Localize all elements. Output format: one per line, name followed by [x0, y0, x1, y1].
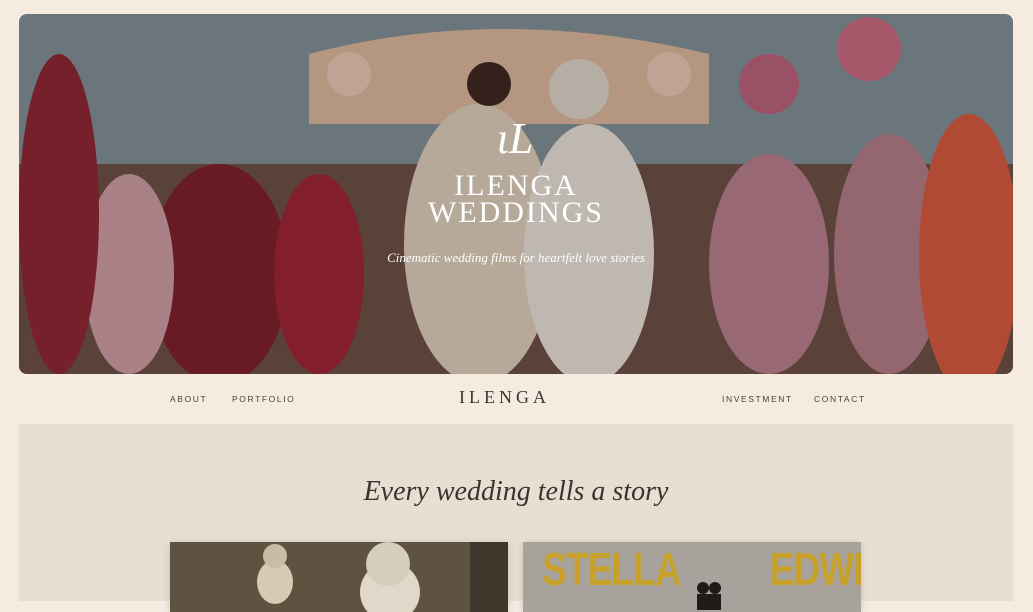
portfolio-card-stella-edwin[interactable]: STELLA EDWIN [523, 542, 861, 612]
monogram-logo: ɩL [496, 114, 534, 163]
intro-tagline: Every wedding tells a story [363, 476, 669, 507]
couple-silhouette [697, 582, 721, 610]
portfolio-card-couple[interactable] [170, 542, 508, 612]
nav-investment-link[interactable]: INVESTMENT [722, 394, 793, 404]
hero-title-line2: WEDDINGS [428, 196, 604, 229]
card-name-left: STELLA [542, 543, 681, 595]
hero-title-line1: ILENGA [454, 169, 578, 202]
hero-title: ILENGA WEDDINGS [19, 169, 1013, 229]
intro-section: Every wedding tells a story STELLA EDWIN [19, 424, 1013, 612]
main-nav: ABOUT PORTFOLIO ILENGA INVESTMENT CONTAC… [0, 374, 1033, 424]
hero-banner: ɩL ILENGA WEDDINGS Cinematic wedding fil… [19, 14, 1013, 374]
card-name-right: EDWIN [769, 543, 861, 595]
hero-subtitle: Cinematic wedding films for heartfelt lo… [387, 250, 645, 265]
nav-contact-link[interactable]: CONTACT [814, 394, 866, 404]
couple-photo [170, 542, 508, 612]
